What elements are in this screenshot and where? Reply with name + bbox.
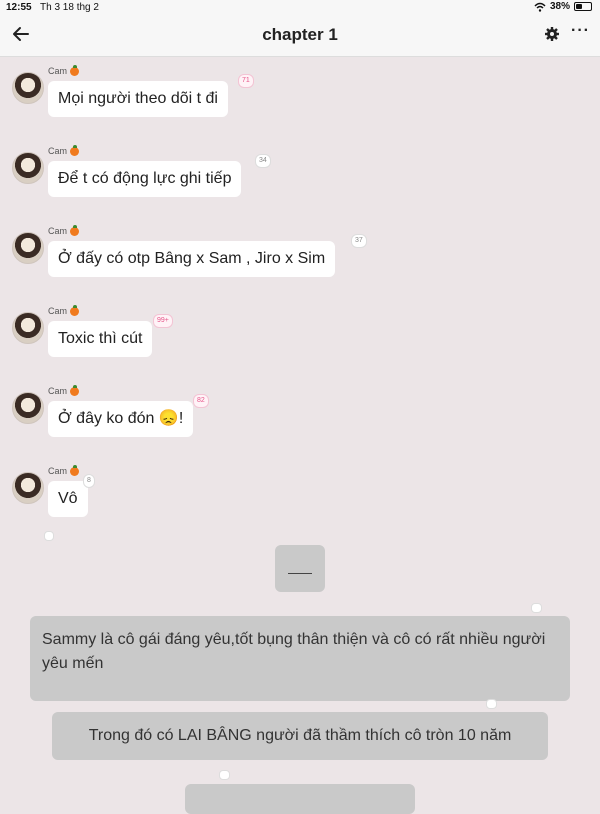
sender-name: Cam <box>48 144 80 156</box>
message-bubble[interactable]: Vô <box>48 481 88 517</box>
gear-icon[interactable] <box>544 26 560 42</box>
status-right: 38% <box>534 1 592 12</box>
avatar[interactable] <box>12 312 44 344</box>
more-options-icon[interactable]: ··· <box>571 22 590 40</box>
status-time: 12:55 <box>6 2 32 13</box>
orange-emoji-icon <box>70 304 80 316</box>
small-comment-badge[interactable] <box>486 699 498 709</box>
comment-count-badge[interactable]: 34 <box>255 154 271 168</box>
orange-emoji-icon <box>70 64 80 76</box>
comment-count-badge[interactable]: 71 <box>238 74 254 88</box>
orange-emoji-icon <box>70 144 80 156</box>
message-bubble[interactable]: Mọi người theo dõi t đi <box>48 81 228 117</box>
comment-count-badge[interactable]: 37 <box>351 234 367 248</box>
sender-name: Cam <box>48 64 80 76</box>
avatar[interactable] <box>12 392 44 424</box>
message-bubble[interactable]: Ở đấy có otp Bâng x Sam , Jiro x Sim <box>48 241 336 277</box>
orange-emoji-icon <box>70 384 80 396</box>
story-bubble-partial[interactable] <box>185 784 415 814</box>
small-comment-badge[interactable] <box>531 603 543 613</box>
message-bubble[interactable]: Để t có động lực ghi tiếp <box>48 161 242 197</box>
comment-count-badge[interactable]: 99+ <box>153 314 173 328</box>
small-comment-badge[interactable] <box>219 770 231 780</box>
wifi-icon <box>534 2 546 12</box>
battery-icon <box>574 2 592 11</box>
status-bar: 12:55 Th 3 18 thg 2 38% <box>0 0 600 14</box>
section-separator <box>275 545 325 592</box>
message-bubble[interactable]: Toxic thì cút <box>48 321 153 357</box>
sender-name: Cam <box>48 224 80 236</box>
status-date: Th 3 18 thg 2 <box>40 2 99 13</box>
orange-emoji-icon <box>70 224 80 236</box>
comment-count-badge[interactable]: 82 <box>193 394 209 408</box>
small-comment-badge[interactable] <box>44 531 54 541</box>
sender-name: Cam <box>48 304 80 316</box>
message-bubble[interactable]: Ở đây ko đón 😞! <box>48 401 194 437</box>
story-bubble[interactable]: Trong đó có LAI BÂNG người đã thầm thích… <box>52 712 548 760</box>
orange-emoji-icon <box>70 464 80 476</box>
app-bar: chapter 1 ··· <box>0 14 600 57</box>
comment-count-badge[interactable]: 8 <box>83 474 95 488</box>
story-bubble[interactable]: Sammy là cô gái đáng yêu,tốt bụng thân t… <box>30 616 570 701</box>
sender-name: Cam <box>48 384 80 396</box>
avatar[interactable] <box>12 152 44 184</box>
avatar[interactable] <box>12 472 44 504</box>
sender-name: Cam <box>48 464 80 476</box>
avatar[interactable] <box>12 232 44 264</box>
page-title: chapter 1 <box>262 25 338 44</box>
avatar[interactable] <box>12 72 44 104</box>
battery-percent: 38% <box>549 1 570 12</box>
